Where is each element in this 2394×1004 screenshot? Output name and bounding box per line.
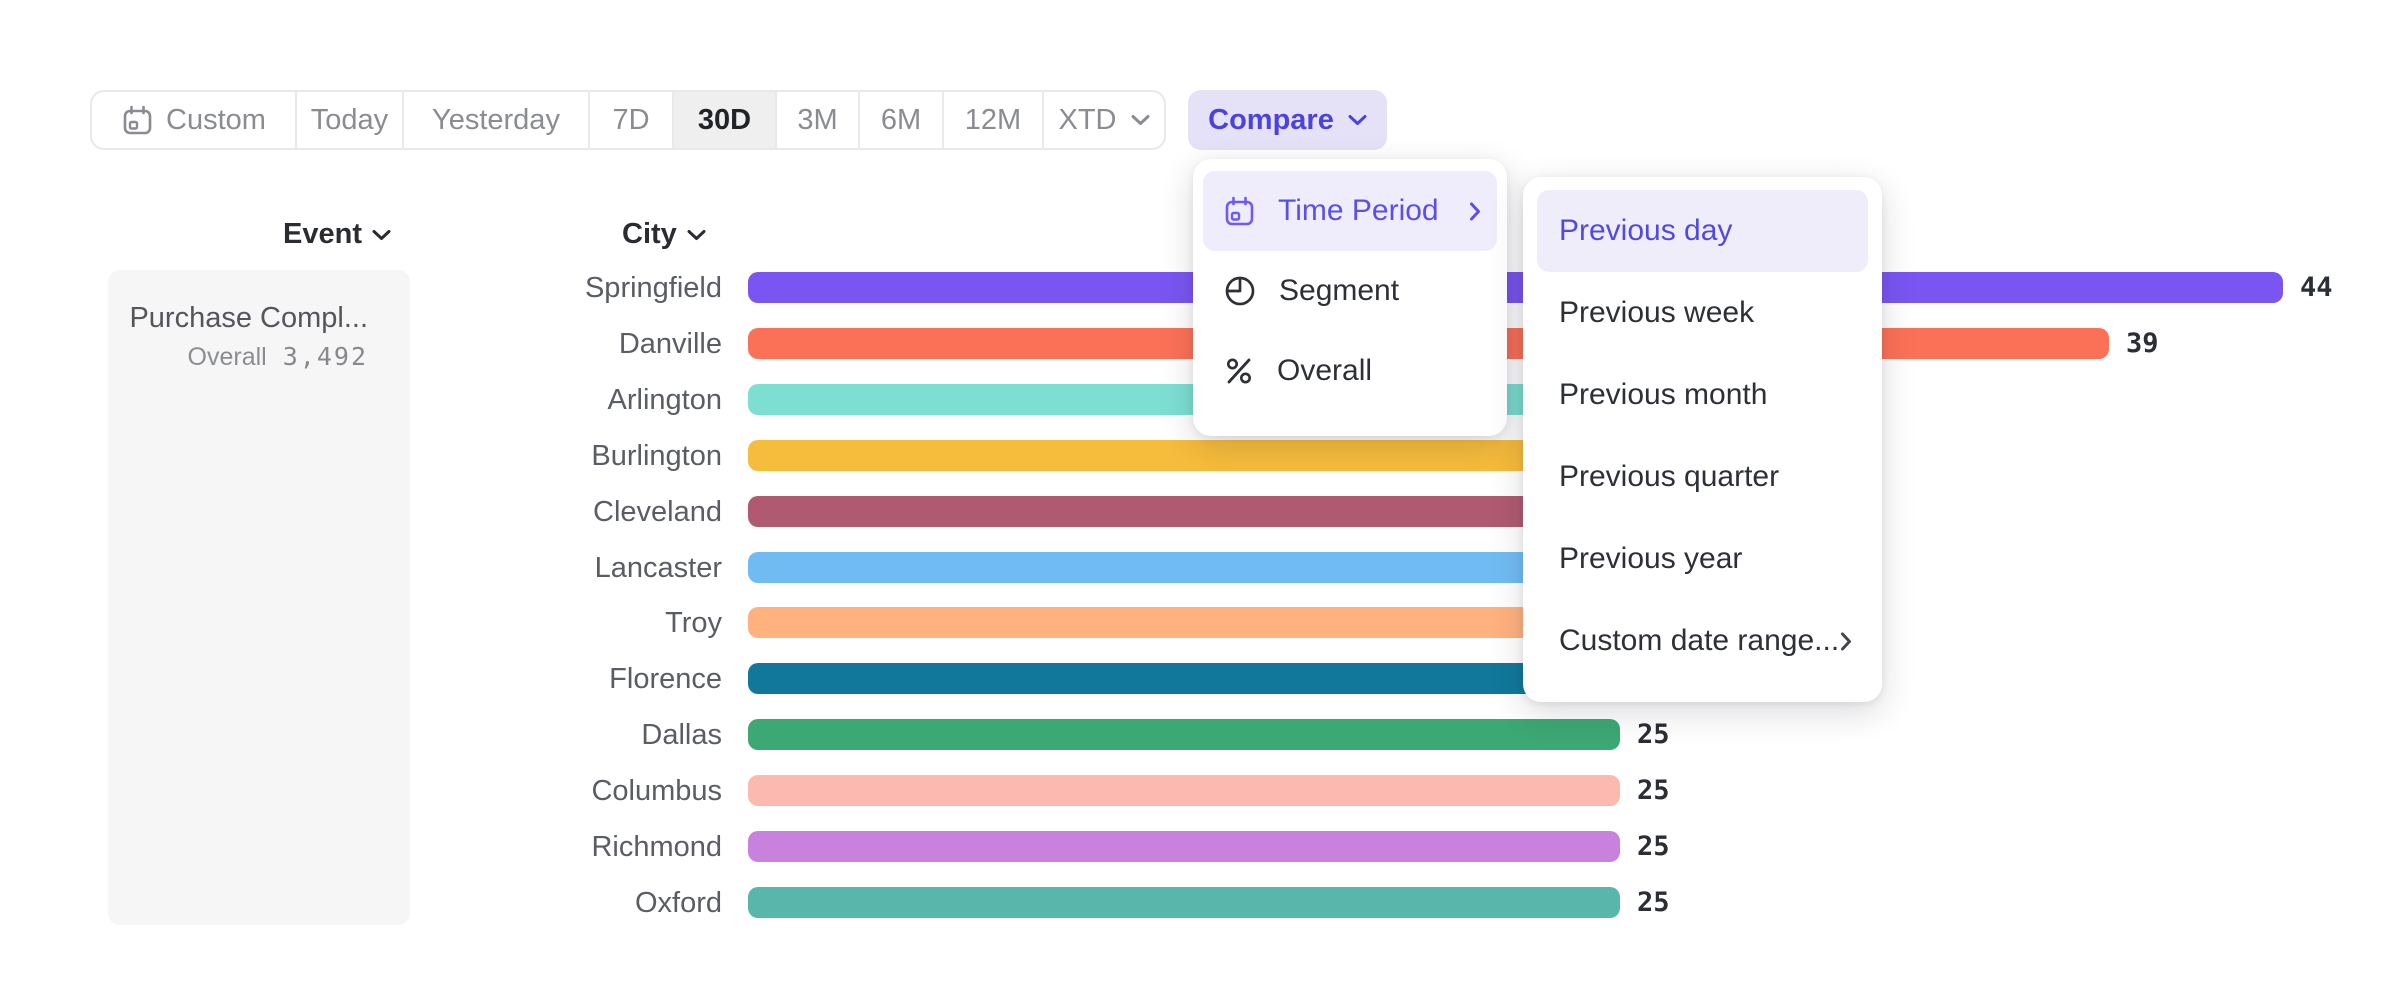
event-column-header-label: Event bbox=[283, 218, 362, 251]
time-period-submenu: Previous day Previous week Previous month P… bbox=[1523, 177, 1882, 702]
event-card-metric-value: 3,492 bbox=[283, 342, 368, 371]
segment-icon bbox=[1223, 274, 1257, 308]
compare-button[interactable]: Compare bbox=[1188, 90, 1387, 150]
bar-category-label: Columbus bbox=[440, 775, 722, 806]
menu-item-label: Time Period bbox=[1278, 194, 1439, 228]
bar-value-label: 44 bbox=[2300, 272, 2333, 303]
calendar-icon bbox=[121, 104, 154, 137]
submenu-item-label: Custom date range... bbox=[1559, 624, 1839, 658]
toolbar-button-30d[interactable]: 30D bbox=[674, 92, 777, 148]
menu-item-label: Segment bbox=[1279, 274, 1399, 308]
bar-category-label: Burlington bbox=[440, 440, 722, 471]
bar-columbus[interactable] bbox=[748, 775, 1620, 806]
bar-value-label: 25 bbox=[1637, 719, 1670, 750]
toolbar-button-label: 6M bbox=[881, 104, 921, 137]
submenu-item-label: Previous quarter bbox=[1559, 460, 1779, 494]
toolbar-button-label: Yesterday bbox=[432, 104, 560, 137]
bar-category-label: Danville bbox=[440, 328, 722, 359]
bar-category-label: Springfield bbox=[440, 272, 722, 303]
menu-item-segment[interactable]: Segment bbox=[1203, 251, 1497, 331]
percent-icon bbox=[1223, 355, 1255, 387]
toolbar-button-label: 7D bbox=[612, 104, 649, 137]
event-column-header[interactable]: Event bbox=[283, 218, 391, 251]
bar-dallas[interactable] bbox=[748, 719, 1620, 750]
toolbar-button-yesterday[interactable]: Yesterday bbox=[404, 92, 590, 148]
bar-category-label: Troy bbox=[440, 607, 722, 638]
bar-springfield[interactable] bbox=[748, 272, 2283, 303]
bar-category-label: Richmond bbox=[440, 831, 722, 862]
toolbar-button-3m[interactable]: 3M bbox=[777, 92, 860, 148]
bar-category-label: Dallas bbox=[440, 719, 722, 750]
toolbar-button-label: 30D bbox=[698, 104, 751, 137]
submenu-item-previous-year[interactable]: Previous year bbox=[1537, 518, 1868, 600]
submenu-item-previous-quarter[interactable]: Previous quarter bbox=[1537, 436, 1868, 518]
event-card[interactable]: Purchase Compl... Overall 3,492 bbox=[108, 270, 410, 925]
submenu-item-label: Previous month bbox=[1559, 378, 1767, 412]
toolbar-button-label: 12M bbox=[965, 104, 1021, 137]
chevron-right-icon bbox=[1469, 202, 1481, 221]
submenu-item-custom-date-range-[interactable]: Custom date range... bbox=[1537, 600, 1868, 682]
bar-category-label: Oxford bbox=[440, 887, 722, 918]
chevron-down-icon bbox=[1348, 114, 1367, 126]
bar-category-label: Arlington bbox=[440, 384, 722, 415]
date-range-toolbar: Custom Today Yesterday 7D 30D 3M 6M 12M XTD bbox=[90, 90, 1166, 150]
toolbar-button-label: Custom bbox=[166, 104, 266, 137]
event-card-metric-label: Overall bbox=[188, 343, 267, 372]
toolbar-button-xtd[interactable]: XTD bbox=[1044, 92, 1164, 148]
bar-value-label: 25 bbox=[1637, 775, 1670, 806]
toolbar-button-label: XTD bbox=[1059, 104, 1117, 137]
bar-category-label: Lancaster bbox=[440, 552, 722, 583]
analytics-dashboard: Springfield 44 Danville 39 Arlington Burlingt… bbox=[0, 0, 2394, 1004]
toolbar-button-today[interactable]: Today bbox=[297, 92, 404, 148]
compare-dropdown-menu: Time Period Segment Overall bbox=[1193, 159, 1507, 436]
bar-value-label: 25 bbox=[1637, 831, 1670, 862]
submenu-item-previous-month[interactable]: Previous month bbox=[1537, 354, 1868, 436]
bar-category-label: Florence bbox=[440, 663, 722, 694]
city-column-header-label: City bbox=[622, 218, 677, 251]
submenu-item-label: Previous year bbox=[1559, 542, 1742, 576]
toolbar-button-custom[interactable]: Custom bbox=[92, 92, 297, 148]
submenu-item-previous-day[interactable]: Previous day bbox=[1537, 190, 1868, 272]
bar-category-label: Cleveland bbox=[440, 496, 722, 527]
chevron-down-icon bbox=[372, 229, 391, 241]
toolbar-button-12m[interactable]: 12M bbox=[944, 92, 1044, 148]
menu-item-label: Overall bbox=[1277, 354, 1372, 388]
bar-richmond[interactable] bbox=[748, 831, 1620, 862]
bar-value-label: 39 bbox=[2126, 328, 2159, 359]
submenu-item-label: Previous day bbox=[1559, 214, 1732, 248]
submenu-item-previous-week[interactable]: Previous week bbox=[1537, 272, 1868, 354]
event-card-title: Purchase Compl... bbox=[128, 300, 368, 336]
city-column-header[interactable]: City bbox=[622, 218, 706, 251]
toolbar-button-label: 3M bbox=[797, 104, 837, 137]
toolbar-button-6m[interactable]: 6M bbox=[860, 92, 944, 148]
chevron-down-icon bbox=[687, 229, 706, 241]
bar-oxford[interactable] bbox=[748, 887, 1620, 918]
compare-button-label: Compare bbox=[1208, 104, 1334, 137]
chevron-right-icon bbox=[1840, 632, 1852, 651]
menu-item-time-period[interactable]: Time Period bbox=[1203, 171, 1497, 251]
calendar-icon bbox=[1223, 195, 1256, 228]
bar-value-label: 25 bbox=[1637, 887, 1670, 918]
menu-item-overall[interactable]: Overall bbox=[1203, 331, 1497, 411]
toolbar-button-label: Today bbox=[311, 104, 388, 137]
chevron-down-icon bbox=[1131, 114, 1150, 126]
submenu-item-label: Previous week bbox=[1559, 296, 1754, 330]
toolbar-button-7d[interactable]: 7D bbox=[590, 92, 674, 148]
